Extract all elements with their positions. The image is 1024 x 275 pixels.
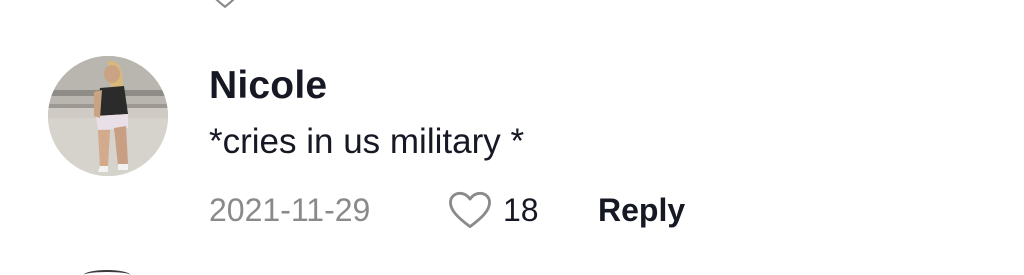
next-comment-avatar-edge xyxy=(84,270,130,275)
comment-text: *cries in us military * xyxy=(209,122,525,161)
comments-page: Nicole *cries in us military * 2021-11-2… xyxy=(0,0,1024,275)
heart-outline-icon[interactable] xyxy=(447,190,493,230)
like-button[interactable]: 18 xyxy=(447,190,598,230)
profile-photo xyxy=(48,56,168,176)
comment-date: 2021-11-29 xyxy=(209,191,371,228)
avatar[interactable] xyxy=(48,56,168,176)
reply-button[interactable]: Reply xyxy=(598,192,685,229)
like-count: 18 xyxy=(503,191,539,228)
comment-meta: 2021-11-29 18 Reply xyxy=(209,188,685,232)
comment-item: Nicole *cries in us military * 2021-11-2… xyxy=(0,0,1024,275)
comment-username[interactable]: Nicole xyxy=(209,64,327,108)
